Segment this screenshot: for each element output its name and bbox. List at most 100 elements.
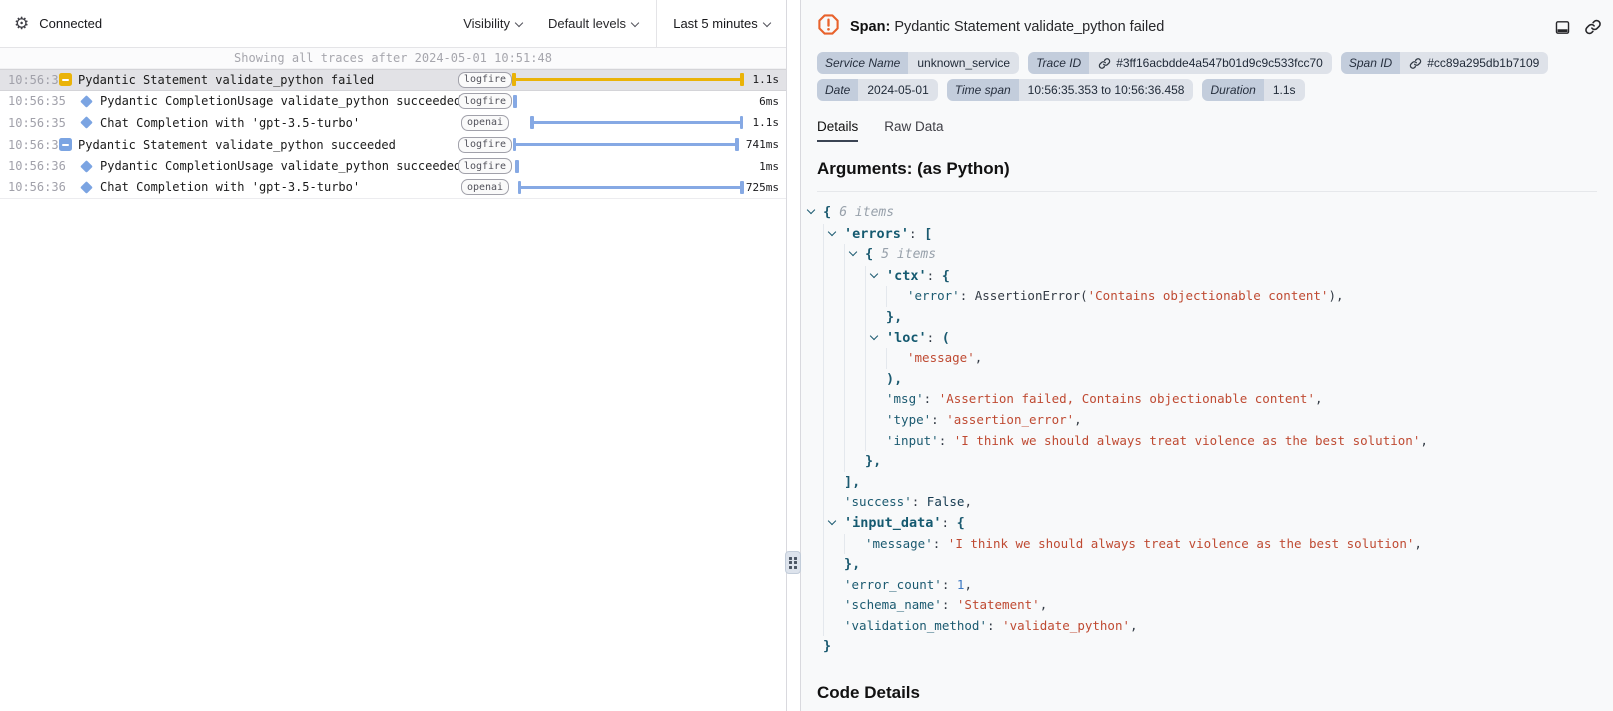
code-token: 'message' <box>907 350 975 365</box>
expand-toggle-icon[interactable] <box>56 73 78 86</box>
code-token: 'input' <box>886 433 939 448</box>
badge-value-text: #cc89a295db1b7109 <box>1427 56 1539 70</box>
code-token: 'assertion_error' <box>946 412 1074 427</box>
code-line: }, <box>823 307 1597 328</box>
duration-bar <box>513 95 517 108</box>
code-text: 'msg': 'Assertion failed, Contains objec… <box>886 389 1323 410</box>
trace-tag: logfire <box>462 137 508 153</box>
code-line: 'loc': ( <box>823 328 1597 349</box>
tab-details[interactable]: Details <box>817 119 858 142</box>
trace-name: Pydantic CompletionUsage validate_python… <box>100 94 462 108</box>
code-token: : <box>942 597 957 612</box>
code-text: }, <box>844 554 860 575</box>
trace-row[interactable]: 10:56:36Pydantic Statement validate_pyth… <box>0 134 786 156</box>
expand-toggle-icon[interactable] <box>56 138 78 151</box>
code-token: 'message' <box>865 536 933 551</box>
default-levels-dropdown[interactable]: Default levels <box>548 16 638 31</box>
arguments-heading: Arguments: (as Python) <box>817 159 1613 179</box>
indent-guide <box>823 286 844 307</box>
trace-timeline <box>512 112 744 134</box>
resize-grip-handle[interactable] <box>785 551 801 574</box>
indent-guide <box>865 286 886 307</box>
code-line: 'validation_method': 'validate_python', <box>823 616 1597 637</box>
time-range-dropdown[interactable]: Last 5 minutes <box>656 0 786 47</box>
code-text: 'error_count': 1, <box>844 575 972 596</box>
trace-duration: 1.1s <box>744 73 786 86</box>
metadata-badge: Service Nameunknown_service <box>817 52 1019 74</box>
badge-label: Date <box>817 79 858 101</box>
trace-row[interactable]: 10:56:36Chat Completion with 'gpt-3.5-tu… <box>0 177 786 199</box>
connection-status: Connected <box>39 16 102 31</box>
code-token: 'I think we should always treat violence… <box>948 536 1415 551</box>
trace-tag: logfire <box>462 93 508 109</box>
traces-status-line: Showing all traces after 2024-05-01 10:5… <box>0 48 786 69</box>
code-text: 'ctx': { <box>886 266 950 287</box>
metadata-badge: Span ID #cc89a295db1b7109 <box>1341 52 1548 74</box>
badge-value[interactable]: #cc89a295db1b7109 <box>1400 52 1548 74</box>
code-token: } <box>823 638 831 654</box>
indent-guide <box>823 369 844 390</box>
visibility-dropdown[interactable]: Visibility <box>463 16 522 31</box>
code-text: ], <box>844 472 860 493</box>
code-token: : <box>931 412 946 427</box>
code-token: 'success' <box>844 494 912 509</box>
trace-timestamp: 10:56:36 <box>0 159 56 173</box>
code-token: ( <box>942 330 950 346</box>
trace-duration: 741ms <box>744 138 786 151</box>
trace-timeline <box>512 91 744 113</box>
trace-timestamp: 10:56:35 <box>0 73 56 87</box>
trace-tag: openai <box>462 115 508 131</box>
traces-toolbar: ⚙ Connected Visibility Default levels La… <box>0 0 786 48</box>
code-text: { 5 items <box>865 244 936 266</box>
trace-timeline <box>512 177 744 198</box>
code-token: { <box>957 515 965 531</box>
indent-guide <box>844 369 865 390</box>
trace-name: Chat Completion with 'gpt-3.5-turbo' <box>100 180 462 194</box>
grip-dots-icon <box>789 557 797 569</box>
tab-raw-data[interactable]: Raw Data <box>884 119 943 142</box>
warning-icon <box>817 13 840 41</box>
code-line: 'success': False, <box>823 492 1597 513</box>
code-line: 'input_data': { <box>823 513 1597 534</box>
code-token: : <box>942 515 957 530</box>
dock-panel-icon[interactable] <box>1554 19 1571 36</box>
collapse-caret-icon[interactable] <box>807 206 815 214</box>
arguments-code-tree: { 6 items'errors': [{ 5 items'ctx': {'er… <box>817 191 1597 661</box>
code-token: : <box>933 536 948 551</box>
code-token: , <box>1414 536 1422 551</box>
metadata-badge: Date 2024-05-01 <box>817 79 938 101</box>
trace-tag: logfire <box>462 158 508 174</box>
trace-row[interactable]: 10:56:35Pydantic CompletionUsage validat… <box>0 91 786 113</box>
code-token: 'input_data' <box>844 515 942 531</box>
trace-timeline <box>512 155 744 177</box>
span-diamond-icon <box>56 97 100 106</box>
code-token: 'validation_method' <box>844 618 987 633</box>
code-token: 'errors' <box>844 226 909 242</box>
metadata-badge: Trace ID#3ff16acbdde4a547b01d9c9c533fcc7… <box>1028 52 1332 74</box>
code-token: , <box>1315 391 1323 406</box>
trace-timestamp: 10:56:35 <box>0 116 56 130</box>
trace-row[interactable]: 10:56:36Pydantic CompletionUsage validat… <box>0 155 786 177</box>
code-line: 'error': AssertionError('Contains object… <box>823 286 1597 307</box>
trace-row[interactable]: 10:56:35Chat Completion with 'gpt-3.5-tu… <box>0 112 786 134</box>
badge-value-text: 2024-05-01 <box>867 83 928 97</box>
code-token: [ <box>924 226 932 242</box>
trace-duration: 1ms <box>744 160 786 173</box>
trace-row[interactable]: 10:56:35Pydantic Statement validate_pyth… <box>0 69 786 91</box>
indent-guide <box>823 348 844 369</box>
code-token: 'ctx' <box>886 268 927 284</box>
badge-value-text: 10:56:35.353 to 10:56:36.458 <box>1028 83 1185 97</box>
indent-guide <box>844 286 865 307</box>
tag-pill: logfire <box>458 93 512 109</box>
link-icon[interactable] <box>1584 18 1602 36</box>
trace-timeline <box>512 70 744 90</box>
code-text: { 6 items <box>823 202 894 224</box>
gear-icon[interactable]: ⚙ <box>14 15 29 32</box>
badge-value[interactable]: #3ff16acbdde4a547b01d9c9c533fcc70 <box>1089 52 1332 74</box>
trace-name: Pydantic Statement validate_python succe… <box>78 138 462 152</box>
code-token: }, <box>844 556 860 572</box>
trace-tag: logfire <box>462 72 508 88</box>
indent-guide <box>823 266 844 287</box>
code-token: }, <box>865 453 881 469</box>
badge-label: Span ID <box>1341 52 1400 74</box>
